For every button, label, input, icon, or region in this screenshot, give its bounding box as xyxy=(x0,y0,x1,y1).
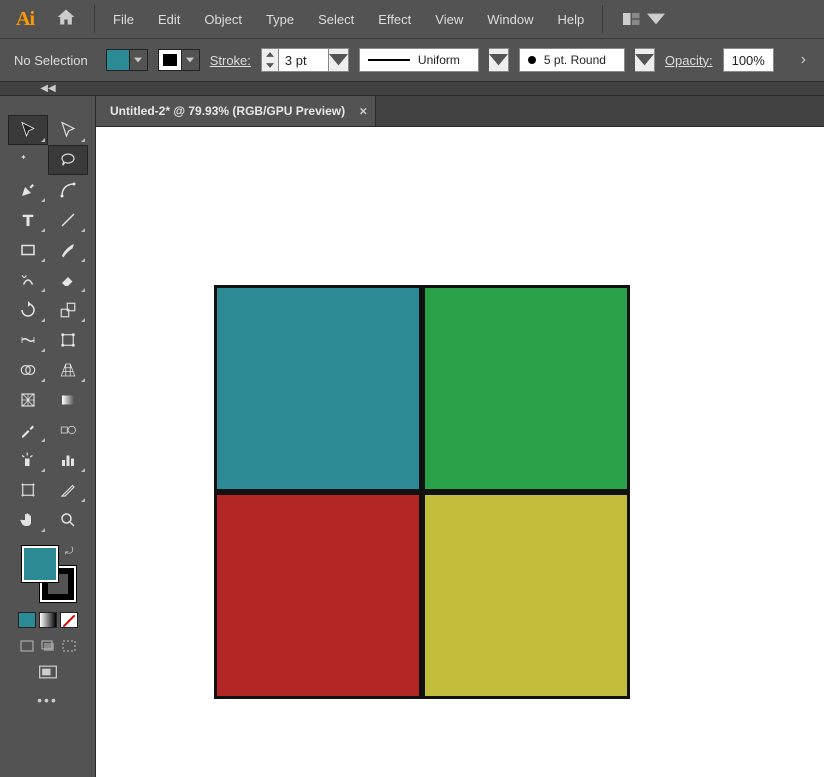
tab-close-icon[interactable]: × xyxy=(360,104,368,119)
menu-window[interactable]: Window xyxy=(477,6,543,33)
menu-select[interactable]: Select xyxy=(308,6,364,33)
width-tool[interactable] xyxy=(9,326,47,354)
menu-effect[interactable]: Effect xyxy=(368,6,421,33)
direct-selection-tool[interactable] xyxy=(49,116,87,144)
stroke-weight-dropdown[interactable] xyxy=(329,48,349,72)
control-bar: No Selection Stroke: 3 pt Uniform 5 pt. … xyxy=(0,38,824,82)
fill-swatch[interactable] xyxy=(106,49,130,71)
app-logo-ai: Ai xyxy=(8,8,42,31)
toolbox-fill-swatch[interactable] xyxy=(22,546,58,582)
profile-label: Uniform xyxy=(418,53,460,67)
selection-status: No Selection xyxy=(14,53,88,68)
rect-bottom-left[interactable] xyxy=(214,492,422,699)
menu-edit[interactable]: Edit xyxy=(148,6,190,33)
draw-normal-icon[interactable] xyxy=(18,638,36,654)
fill-swatch-group xyxy=(106,49,148,71)
document-tab-bar: Untitled-2* @ 79.93% (RGB/GPU Preview) × xyxy=(96,96,824,126)
stroke-weight-spinner[interactable] xyxy=(261,48,279,72)
menu-object[interactable]: Object xyxy=(194,6,252,33)
controlbar-next-icon[interactable]: › xyxy=(797,51,810,69)
opacity-label[interactable]: Opacity: xyxy=(665,53,713,68)
zoom-tool[interactable] xyxy=(49,506,87,534)
magic-wand-tool[interactable] xyxy=(9,146,47,174)
paintbrush-tool[interactable] xyxy=(49,236,87,264)
fill-dropdown[interactable] xyxy=(130,49,148,71)
stroke-weight-value[interactable]: 3 pt xyxy=(279,48,329,72)
eyedropper-tool[interactable] xyxy=(9,416,47,444)
gradient-tool[interactable] xyxy=(49,386,87,414)
panel-collapse-row: ◀◀ xyxy=(0,82,824,96)
stroke-dropdown[interactable] xyxy=(182,49,200,71)
document-tab[interactable]: Untitled-2* @ 79.93% (RGB/GPU Preview) × xyxy=(96,96,376,126)
toolbox: ⤾ ••• xyxy=(0,96,96,777)
swap-fill-stroke-icon[interactable]: ⤾ xyxy=(65,546,73,557)
brush-dropdown[interactable] xyxy=(635,48,655,72)
separator xyxy=(94,5,95,33)
menu-type[interactable]: Type xyxy=(256,6,304,33)
rotate-tool[interactable] xyxy=(9,296,47,324)
separator xyxy=(602,5,603,33)
hand-tool[interactable] xyxy=(9,506,47,534)
color-mode-swatches xyxy=(18,612,78,628)
type-tool[interactable] xyxy=(9,206,47,234)
perspective-grid-tool[interactable] xyxy=(49,356,87,384)
stroke-label[interactable]: Stroke: xyxy=(210,53,251,68)
slice-tool[interactable] xyxy=(49,476,87,504)
draw-behind-icon[interactable] xyxy=(39,638,57,654)
profile-dropdown[interactable] xyxy=(489,48,509,72)
edit-toolbar-button[interactable]: ••• xyxy=(37,692,58,708)
document-tab-title: Untitled-2* @ 79.93% (RGB/GPU Preview) xyxy=(110,104,345,118)
opacity-value[interactable]: 100% xyxy=(723,48,774,72)
menu-view[interactable]: View xyxy=(425,6,473,33)
color-mode-gradient[interactable] xyxy=(39,612,57,628)
workspace-switcher[interactable] xyxy=(623,13,665,25)
selection-tool[interactable] xyxy=(9,116,47,144)
stroke-weight-input: 3 pt xyxy=(261,48,349,72)
rect-top-right[interactable] xyxy=(422,285,630,492)
color-mode-none[interactable] xyxy=(60,612,78,628)
rectangle-tool[interactable] xyxy=(9,236,47,264)
main-area: ⤾ ••• Untitled-2* @ 79.93% (RGB/GPU Prev… xyxy=(0,96,824,777)
spinner-up-icon[interactable] xyxy=(262,49,278,60)
stroke-swatch-group xyxy=(158,49,200,71)
rect-top-left[interactable] xyxy=(214,285,422,492)
free-transform-tool[interactable] xyxy=(49,326,87,354)
shape-builder-tool[interactable] xyxy=(9,356,47,384)
stroke-profile-preview-icon xyxy=(368,59,410,61)
lasso-tool[interactable] xyxy=(49,146,87,174)
artboard-tool[interactable] xyxy=(9,476,47,504)
variable-width-profile[interactable]: Uniform xyxy=(359,48,479,72)
canvas[interactable] xyxy=(96,126,824,777)
curvature-tool[interactable] xyxy=(49,176,87,204)
fill-stroke-panel: ⤾ xyxy=(18,546,78,602)
line-segment-tool[interactable] xyxy=(49,206,87,234)
symbol-sprayer-tool[interactable] xyxy=(9,446,47,474)
spinner-down-icon[interactable] xyxy=(262,60,278,71)
stroke-swatch[interactable] xyxy=(158,49,182,71)
eraser-tool[interactable] xyxy=(49,266,87,294)
scale-tool[interactable] xyxy=(49,296,87,324)
artwork-group xyxy=(214,285,630,699)
tool-grid xyxy=(7,114,89,536)
menu-file[interactable]: File xyxy=(103,6,144,33)
brush-definition[interactable]: 5 pt. Round xyxy=(519,48,625,72)
draw-modes xyxy=(18,638,78,654)
home-button[interactable] xyxy=(46,7,86,32)
column-graph-tool[interactable] xyxy=(49,446,87,474)
rect-bottom-right[interactable] xyxy=(422,492,630,699)
color-mode-solid[interactable] xyxy=(18,612,36,628)
screen-mode-button[interactable] xyxy=(38,664,58,680)
pen-tool[interactable] xyxy=(9,176,47,204)
menu-bar: Ai File Edit Object Type Select Effect V… xyxy=(0,0,824,38)
brush-label: 5 pt. Round xyxy=(544,53,606,67)
mesh-tool[interactable] xyxy=(9,386,47,414)
blend-tool[interactable] xyxy=(49,416,87,444)
draw-inside-icon[interactable] xyxy=(60,638,78,654)
shaper-tool[interactable] xyxy=(9,266,47,294)
menu-help[interactable]: Help xyxy=(547,6,594,33)
toolbox-collapse-handle[interactable]: ◀◀ xyxy=(0,82,96,95)
document-area: Untitled-2* @ 79.93% (RGB/GPU Preview) × xyxy=(96,96,824,777)
brush-preview-icon xyxy=(528,56,536,64)
